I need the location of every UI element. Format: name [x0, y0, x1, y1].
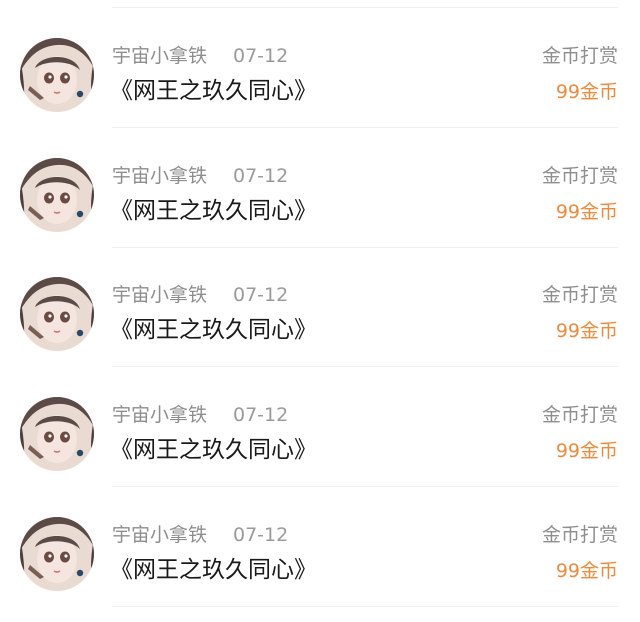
avatar[interactable] [20, 397, 94, 471]
book-title[interactable]: 《网王之玖久同心》 [110, 555, 317, 585]
list-item[interactable]: 宇宙小拿铁 07-12 《网王之玖久同心》 金币打赏 99金币 [0, 128, 640, 248]
list-item[interactable]: 宇宙小拿铁 07-12 《网王之玖久同心》 金币打赏 99金币 [0, 247, 640, 367]
reward-label: 金币打赏 [541, 45, 618, 67]
date: 07-12 [233, 404, 289, 426]
avatar-anime-girl-icon [20, 158, 94, 232]
reward-amount: 99金币 [555, 440, 618, 462]
date: 07-12 [233, 45, 289, 67]
username[interactable]: 宇宙小拿铁 [112, 44, 207, 68]
date: 07-12 [233, 284, 289, 306]
avatar-anime-girl-icon [20, 277, 94, 351]
reward-amount: 99金币 [555, 560, 618, 582]
book-title[interactable]: 《网王之玖久同心》 [110, 76, 317, 106]
reward-label: 金币打赏 [541, 404, 618, 426]
avatar[interactable] [20, 277, 94, 351]
avatar[interactable] [20, 517, 94, 591]
avatar-anime-girl-icon [20, 38, 94, 112]
reward-label: 金币打赏 [541, 165, 618, 187]
username[interactable]: 宇宙小拿铁 [112, 523, 207, 547]
username[interactable]: 宇宙小拿铁 [112, 164, 207, 188]
list-item[interactable]: 宇宙小拿铁 07-12 《网王之玖久同心》 金币打赏 99金币 [0, 367, 640, 487]
avatar[interactable] [20, 38, 94, 112]
reward-label: 金币打赏 [541, 284, 618, 306]
book-title[interactable]: 《网王之玖久同心》 [110, 435, 317, 465]
date: 07-12 [233, 165, 289, 187]
reward-amount: 99金币 [555, 320, 618, 342]
list-item[interactable]: 宇宙小拿铁 07-12 《网王之玖久同心》 金币打赏 99金币 [0, 487, 640, 607]
username[interactable]: 宇宙小拿铁 [112, 403, 207, 427]
list-item[interactable]: 宇宙小拿铁 07-12 《网王之玖久同心》 金币打赏 99金币 [0, 8, 640, 128]
avatar-anime-girl-icon [20, 397, 94, 471]
reward-amount: 99金币 [555, 201, 618, 223]
reward-label: 金币打赏 [541, 524, 618, 546]
avatar[interactable] [20, 158, 94, 232]
reward-amount: 99金币 [555, 81, 618, 103]
reward-list: 宇宙小拿铁 07-12 《网王之玖久同心》 金币打赏 99金币 宇宙小拿铁 07… [0, 0, 640, 622]
username[interactable]: 宇宙小拿铁 [112, 283, 207, 307]
divider [112, 606, 618, 607]
date: 07-12 [233, 524, 289, 546]
book-title[interactable]: 《网王之玖久同心》 [110, 315, 317, 345]
avatar-anime-girl-icon [20, 517, 94, 591]
book-title[interactable]: 《网王之玖久同心》 [110, 196, 317, 226]
